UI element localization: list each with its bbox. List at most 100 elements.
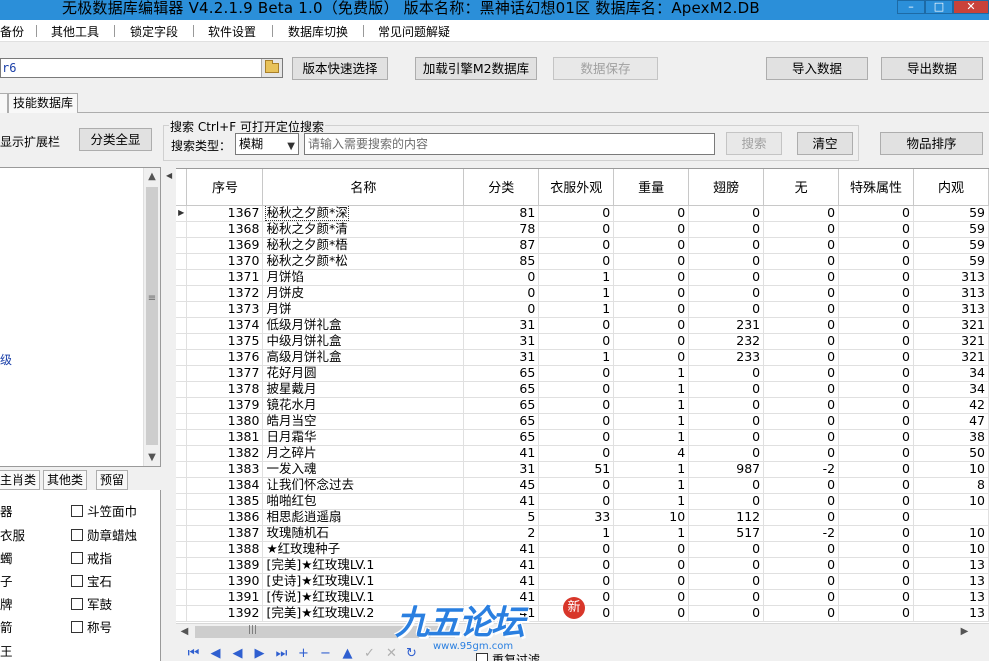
table-cell[interactable]: 0	[688, 605, 765, 622]
table-cell[interactable]: 0	[838, 221, 914, 238]
table-cell[interactable]: 1391	[186, 589, 264, 606]
table-cell[interactable]: 321	[913, 317, 989, 334]
table-cell[interactable]: 0	[688, 573, 765, 590]
table-cell[interactable]: 月之碎片	[262, 445, 465, 462]
row-indicator[interactable]	[176, 589, 188, 606]
table-cell[interactable]: 0	[763, 429, 840, 446]
col-header-id[interactable]: 序号	[186, 169, 264, 206]
table-cell[interactable]: 1	[613, 381, 690, 398]
row-indicator[interactable]	[176, 333, 188, 350]
table-cell[interactable]: -2	[763, 525, 840, 542]
table-cell[interactable]: 0	[763, 221, 840, 238]
table-cell[interactable]: 31	[463, 317, 540, 334]
export-data-button[interactable]: 导出数据	[881, 57, 983, 80]
row-indicator[interactable]	[176, 493, 188, 510]
menu-db-switch[interactable]: 数据库切换	[288, 23, 348, 40]
insert-record-icon[interactable]: +	[296, 647, 311, 661]
table-cell[interactable]: 0	[688, 205, 765, 222]
tab-item-db[interactable]	[0, 93, 8, 113]
table-cell[interactable]: 1377	[186, 365, 264, 382]
table-row[interactable]: 1373 月饼 0 1 0 0 0 0 313	[176, 301, 989, 318]
search-type-select[interactable]: 模糊 ▼	[235, 133, 299, 155]
table-cell[interactable]: 41	[463, 445, 540, 462]
search-input[interactable]	[304, 133, 715, 155]
table-cell[interactable]: 1	[613, 365, 690, 382]
row-indicator[interactable]	[176, 381, 188, 398]
table-cell[interactable]: 313	[913, 269, 989, 286]
table-cell[interactable]: 34	[913, 365, 989, 382]
row-indicator[interactable]	[176, 429, 188, 446]
table-cell[interactable]: 0	[613, 589, 690, 606]
table-cell[interactable]: 34	[913, 381, 989, 398]
table-cell[interactable]: 0	[538, 381, 615, 398]
table-cell[interactable]: 5	[463, 509, 540, 526]
table-cell[interactable]: 31	[463, 461, 540, 478]
checkbox[interactable]	[71, 505, 83, 517]
table-cell[interactable]: 0	[538, 445, 615, 462]
col-header-special[interactable]: 特殊属性	[838, 169, 914, 206]
table-row[interactable]: ▶ 1367 秘秋之夕颜*深 81 0 0 0 0 0 59	[176, 205, 989, 222]
row-indicator[interactable]	[176, 301, 188, 318]
table-cell[interactable]: 1378	[186, 381, 264, 398]
checkbox-label[interactable]: 器	[0, 501, 13, 520]
scroll-thumb[interactable]	[146, 187, 158, 445]
table-cell[interactable]	[913, 509, 989, 526]
table-cell[interactable]: 10	[913, 525, 989, 542]
table-cell[interactable]: 1	[538, 301, 615, 318]
table-cell[interactable]: 10	[913, 461, 989, 478]
table-cell[interactable]: 33	[538, 509, 615, 526]
table-row[interactable]: 1375 中级月饼礼盒 31 0 0 232 0 0 321	[176, 333, 989, 350]
tab-reserved[interactable]: 预留	[96, 470, 129, 490]
table-cell[interactable]: 0	[838, 573, 914, 590]
table-cell[interactable]: 0	[763, 541, 840, 558]
table-cell[interactable]: 0	[613, 333, 690, 350]
table-cell[interactable]: 0	[763, 557, 840, 574]
table-cell[interactable]: 0	[613, 317, 690, 334]
checkbox-label[interactable]: 衣服	[0, 525, 25, 544]
table-cell[interactable]: 0	[763, 413, 840, 430]
table-cell[interactable]: 0	[688, 589, 765, 606]
table-cell[interactable]: 8	[913, 477, 989, 494]
save-data-button[interactable]: 数据保存	[553, 57, 658, 80]
table-cell[interactable]: 0	[538, 493, 615, 510]
table-cell[interactable]: 0	[838, 429, 914, 446]
table-cell[interactable]: 45	[463, 477, 540, 494]
table-cell[interactable]: 0	[538, 221, 615, 238]
table-cell[interactable]: 59	[913, 237, 989, 254]
delete-record-icon[interactable]: −	[318, 647, 333, 661]
table-cell[interactable]: 10	[913, 541, 989, 558]
table-cell[interactable]: 41	[463, 493, 540, 510]
table-cell[interactable]: 0	[688, 429, 765, 446]
table-cell[interactable]: 0	[763, 477, 840, 494]
checkbox-item[interactable]: 宝石	[71, 571, 112, 590]
extension-label[interactable]: 显示扩展栏	[0, 133, 60, 150]
row-indicator[interactable]	[176, 445, 188, 462]
table-cell[interactable]: 秘秋之夕颜*松	[262, 253, 465, 270]
table-cell[interactable]: 1	[538, 525, 615, 542]
table-cell[interactable]: 81	[463, 205, 540, 222]
row-indicator[interactable]	[176, 557, 188, 574]
minimize-icon[interactable]: –	[897, 0, 925, 14]
table-cell[interactable]: 1385	[186, 493, 264, 510]
table-cell[interactable]: 中级月饼礼盒	[262, 333, 465, 350]
search-button[interactable]: 搜索	[726, 132, 782, 155]
table-row[interactable]: 1378 披星戴月 65 0 1 0 0 0 34	[176, 381, 989, 398]
table-cell[interactable]: 玫瑰随机石	[262, 525, 465, 542]
table-cell[interactable]: 1387	[186, 525, 264, 542]
table-cell[interactable]: 47	[913, 413, 989, 430]
table-cell[interactable]: 41	[463, 557, 540, 574]
row-indicator[interactable]	[176, 317, 188, 334]
row-indicator[interactable]	[176, 349, 188, 366]
table-cell[interactable]: 0	[763, 381, 840, 398]
table-cell[interactable]: 38	[913, 429, 989, 446]
table-cell[interactable]: ★红玫瑰种子	[262, 541, 465, 558]
table-cell[interactable]: 31	[463, 333, 540, 350]
checkbox-item[interactable]: 斗笠面巾	[71, 501, 137, 520]
table-cell[interactable]: 1	[613, 493, 690, 510]
table-cell[interactable]: 313	[913, 285, 989, 302]
table-row[interactable]: 1369 秘秋之夕颜*梧 87 0 0 0 0 0 59	[176, 237, 989, 254]
table-row[interactable]: 1386 相思彪逍遥扇 5 33 10 112 0 0	[176, 509, 989, 526]
checkbox-label[interactable]: 子	[0, 571, 13, 590]
table-row[interactable]: 1380 皓月当空 65 0 1 0 0 0 47	[176, 413, 989, 430]
checkbox[interactable]	[71, 552, 83, 564]
